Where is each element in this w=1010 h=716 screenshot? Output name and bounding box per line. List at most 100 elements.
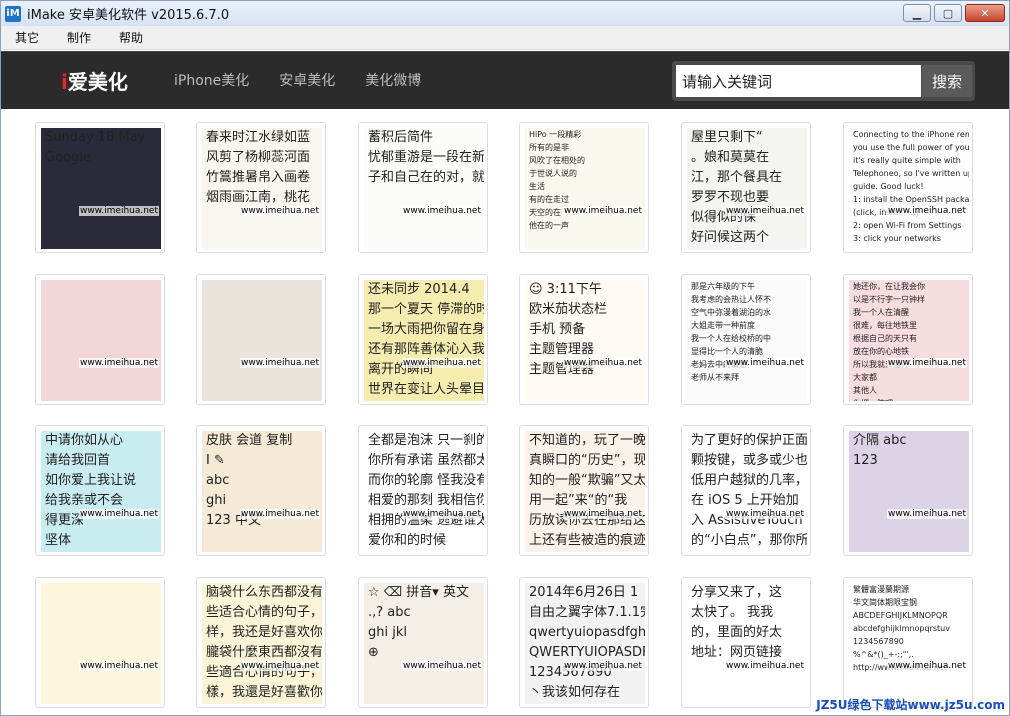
tile-text-line: 的“小白点”，那你所 <box>691 533 807 548</box>
tile-thumbnail: 全都是泡沫 只一刹的花火你所有承诺 虽然都太耀眼而你的轮廓 怪我没有看破相爱的那… <box>364 431 484 552</box>
tile-text-line: 123 <box>853 453 878 468</box>
tile-text-line: 3: click your networks <box>853 234 941 243</box>
tile-watermark: www.imeihua.net <box>240 661 320 671</box>
tile-watermark: www.imeihua.net <box>240 509 320 519</box>
theme-tile[interactable]: 分享又来了，这 太快了。 我我 的，里面的好太 地址：网页链接 www.imeihua.… <box>681 577 811 708</box>
tile-text-line: .,? abc <box>368 605 411 620</box>
theme-tile[interactable]: HiPo 一段精彩 所有的是非 风吹了在相处的 于世说人说的 生活 有的在走过 天空的在 他在… <box>519 122 649 253</box>
theme-tile[interactable]: 还未同步 2014.4 那一个夏天 停滞的时间一场大雨把你留在身边还有那阵善体沁入… <box>358 274 488 405</box>
tile-text-line: 以是不行字一只钟样 <box>853 295 925 304</box>
theme-tile[interactable]: 介隔 abc 123 www.imeihua.net <box>843 425 973 556</box>
tile-thumbnail: 那是六年级的下午 我考虑的会热让人怀不 空气中弥漫着湖泊的水 大姐走带一种前度 我一个人… <box>687 280 807 401</box>
theme-tile[interactable]: 皮肤 会道 复制 Ⅰ ✎ abc ghi 123 中文 www.imeihua.net <box>196 425 326 556</box>
tile-text-line: ghi <box>206 493 227 508</box>
tile-thumbnail: 脑袋什么东西都没有，些适合心情的句子，我样，我还是好喜欢你。朧袋什麼東西都沒有些… <box>202 583 322 704</box>
tile-watermark: www.imeihua.net <box>402 661 482 671</box>
theme-tile[interactable]: Connecting to the iPhone remotely you use… <box>843 122 973 253</box>
site-logo[interactable]: i爱美化 <box>61 66 128 95</box>
tile-thumbnail: www.imeihua.net <box>41 583 161 704</box>
tile-text-line: 手机 预备 <box>529 322 586 337</box>
tile-thumbnail: www.imeihua.net <box>41 280 161 401</box>
theme-tile[interactable]: 脑袋什么东西都没有，些适合心情的句子，我样，我还是好喜欢你。朧袋什麼東西都沒有些… <box>196 577 326 708</box>
theme-tile[interactable]: 不知道的，玩了一晚上真瞬口的“历史”，现在知的一般“欺骗”又太你用一起”来“的“… <box>519 425 649 556</box>
tile-text-line: 忧郁重游是一段在新的 <box>368 150 484 165</box>
tile-text-line: you use the full power of your device <box>853 143 969 152</box>
tile-text-line: 相爱的那刻 我相信你都相 <box>368 493 484 508</box>
theme-tile[interactable]: 为了更好的保护正面 颗按键，或多或少也 低用户越狱的几率，在 iOS 5 上开始加入… <box>681 425 811 556</box>
tile-watermark: www.imeihua.net <box>725 206 805 216</box>
theme-tile[interactable]: ☆ ⌫ 拼音▾ 英文 .,? abc ghi jkl ⊕ www.imeihua… <box>358 577 488 708</box>
tile-watermark: www.imeihua.net <box>563 206 643 216</box>
theme-tile[interactable]: 全都是泡沫 只一刹的花火你所有承诺 虽然都太耀眼而你的轮廓 怪我没有看破相爱的那… <box>358 425 488 556</box>
tile-watermark: www.imeihua.net <box>887 358 967 368</box>
search-button[interactable]: 搜索 <box>922 65 972 97</box>
tile-text-line: 给我亲或不会 <box>45 493 124 508</box>
menu-help[interactable]: 帮助 <box>105 29 157 46</box>
title-bar[interactable]: iM iMake 安卓美化软件 v2015.6.7.0 ▁ ▢ ✕ <box>1 1 1009 26</box>
tile-text-line: 些适合心情的句子，我 <box>206 605 322 620</box>
tile-text-line: 自由之翼字体7.1.1完美 <box>529 605 645 620</box>
tile-text-line: 欧米茄状态栏 <box>529 302 608 317</box>
theme-tile[interactable]: 那是六年级的下午 我考虑的会热让人怀不 空气中弥漫着湖泊的水 大姐走带一种前度 我一个人… <box>681 274 811 405</box>
tile-text-line: ⊕ <box>368 645 379 660</box>
nav-iphone[interactable]: iPhone美化 <box>174 70 249 90</box>
tile-text-line: 好问候这两个 <box>691 230 770 245</box>
tile-text-line: 跟给我投开心方 <box>41 551 161 552</box>
tile-thumbnail: 春来时江水绿如蓝 风剪了杨柳蕊河面 竹篙推暑帛入画卷 烟雨画江南，桃花 www.imei… <box>202 128 322 249</box>
tile-text-line: 大家都 <box>853 373 877 382</box>
tile-watermark: www.imeihua.net <box>402 509 482 519</box>
tile-text-line: 很难，每往地铁里 <box>853 321 917 330</box>
search-input[interactable] <box>676 65 921 97</box>
tile-watermark: www.imeihua.net <box>887 206 967 216</box>
tile-text-line: 子和自己在的对，就我 <box>368 170 484 185</box>
tile-text-line: 所有的是非 <box>529 143 569 152</box>
theme-tile[interactable]: ☺ 3:11下午 欧米茄状态栏 手机 预备 主题管理器 主题管理器 www.imeihu… <box>519 274 649 405</box>
theme-tile[interactable]: 屋里只剩下“。娘和莫莫在江，那个餐具在罗罗不现也要似得似的保好问候这两个祖宗子…… <box>681 122 811 253</box>
theme-tile[interactable]: www.imeihua.net <box>35 274 165 405</box>
menu-make[interactable]: 制作 <box>53 29 105 46</box>
tile-text-line: Ⅰ ✎ <box>206 453 225 468</box>
nav-android[interactable]: 安卓美化 <box>279 70 335 90</box>
theme-tile[interactable]: 2014年6月26日 1 自由之翼字体7.1.1完美 qwertyuiopasdfg… <box>519 577 649 708</box>
tile-thumbnail: Connecting to the iPhone remotely you use… <box>849 128 969 249</box>
theme-tile[interactable]: Sunday 18 May Google www.imeihua.net <box>35 122 165 253</box>
theme-tile[interactable]: 繁體富漫蘭期源 华文简体期限宝钢 ABCDEFGHIJKLMNOPQR abcdefg… <box>843 577 973 708</box>
theme-tile[interactable]: 中请你如从心请给我回首如你爱上我让说给我亲或不会得更深坚体跟给我投开心方知你让我… <box>35 425 165 556</box>
tile-text-line: HiPo 一段精彩 <box>529 130 582 139</box>
tile-text-line: 我会保护着你每个黑夜 <box>364 400 484 401</box>
menu-other[interactable]: 其它 <box>1 29 53 46</box>
tile-thumbnail: 中请你如从心请给我回首如你爱上我让说给我亲或不会得更深坚体跟给我投开心方知你让我… <box>41 431 161 552</box>
tile-watermark: www.imeihua.net <box>240 206 320 216</box>
theme-grid: Sunday 18 May Google www.imeihua.net 春来时江水绿… <box>1 109 1009 715</box>
tile-text-line: 用一起”来“的“我 <box>529 493 628 508</box>
tile-text-line: 样，我还是好喜欢你。 <box>206 625 322 640</box>
tile-text-line: 在 iOS 5 上开始加 <box>691 493 799 508</box>
theme-tile[interactable]: 春来时江水绿如蓝 风剪了杨柳蕊河面 竹篙推暑帛入画卷 烟雨画江南，桃花 www.imei… <box>196 122 326 253</box>
tile-text-line: 脑袋什么东西都没有， <box>206 585 322 600</box>
minimize-button[interactable]: ▁ <box>903 4 931 22</box>
tile-text-line: 颗按键，或多或少也 <box>691 453 807 468</box>
footer-brand: JZ5U绿色下载站www.jz5u.com <box>816 698 1005 712</box>
tile-text-line: 分享又来了，这 <box>691 585 783 600</box>
tile-text-line: 坚体 <box>45 533 72 548</box>
theme-tile[interactable]: www.imeihua.net <box>35 577 165 708</box>
nav-weibo[interactable]: 美化微博 <box>365 70 421 90</box>
theme-tile[interactable]: 她还你，在让我会你 以是不行字一只钟样 我一个人在清醒 很难，每往地铁里 根据自己的天只… <box>843 274 973 405</box>
tile-text-line: 风剪了杨柳蕊河面 <box>206 150 311 165</box>
tile-text-line: 2014年6月26日 1 <box>529 585 639 600</box>
tile-text-line: 为了更好的保护正面 <box>691 433 807 448</box>
tile-text-line: 如你爱上我让说 <box>45 473 137 488</box>
close-button[interactable]: ✕ <box>965 4 1005 22</box>
window-title: iMake 安卓美化软件 v2015.6.7.0 <box>27 8 230 23</box>
tile-text-line: 全都是泡沫 只一刹的花火 <box>368 433 484 448</box>
tile-text-line: abcdefghijklmnopqrstuv <box>853 624 950 633</box>
maximize-button[interactable]: ▢ <box>934 4 962 22</box>
theme-tile[interactable]: 蓄积后简件忧郁重游是一段在新的子和自己在的对，就我 www.imeihua.net <box>358 122 488 253</box>
tile-watermark: www.imeihua.net <box>240 358 320 368</box>
tile-text-line: 2: open Wi-Fi from Settings <box>853 221 962 230</box>
tile-text-line: 太快了。 我我 <box>691 605 774 620</box>
tile-text-line: 知的一般“欺骗”又太你 <box>529 473 645 488</box>
tile-text-line: 地址：网页链接 <box>691 645 783 660</box>
tile-text-line: 主题管理器 <box>529 342 595 357</box>
theme-tile[interactable]: www.imeihua.net <box>196 274 326 405</box>
